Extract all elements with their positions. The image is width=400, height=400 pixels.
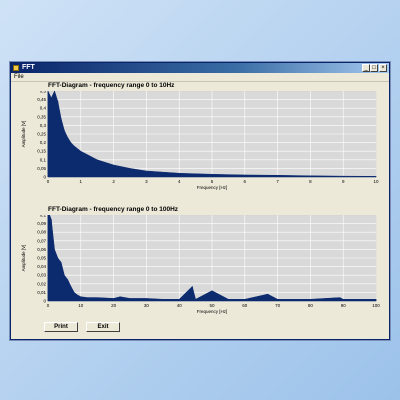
chart1-title: FFT-Diagram - frequency range 0 to 10Hz	[48, 82, 175, 89]
y-tick-label: 0,45	[37, 97, 46, 102]
x-tick-label: 20	[111, 303, 117, 308]
x-tick-label: 60	[242, 303, 248, 308]
exit-button[interactable]: Exit	[86, 322, 120, 332]
menu-item-file[interactable]: File	[14, 73, 24, 81]
x-axis-label: Frequency [Hz]	[197, 185, 228, 190]
fft-chart-10hz: 0 1 2 3 4 5 6 7 8 9 1000,050,10,150,20,250,30,350,…	[21, 91, 379, 190]
y-tick-label: 0,4	[40, 106, 47, 111]
fft-window: FFT _ □ × File FFT-Diagram - frequency r…	[10, 62, 390, 340]
x-tick-label: 80	[308, 303, 314, 308]
x-tick-label: 5	[211, 179, 214, 184]
y-tick-label: 0,06	[37, 247, 46, 252]
y-tick-label: 0,05	[37, 166, 46, 171]
window-title: FFT	[22, 64, 35, 71]
x-tick-label: 90	[341, 303, 347, 308]
x-tick-label: 10	[373, 179, 379, 184]
y-axis-label: Amplitude [V]	[21, 121, 26, 148]
x-tick-label: 9	[342, 179, 345, 184]
app-icon	[13, 65, 19, 71]
y-axis-label: Amplitude [V]	[21, 245, 26, 272]
main-panel: FFT-Diagram - frequency range 0 to 10Hz …	[11, 82, 389, 339]
x-tick-label: 3	[145, 179, 148, 184]
y-tick-label: 0,1	[40, 157, 47, 162]
y-tick-label: 0,5	[40, 91, 47, 94]
x-tick-label: 100	[372, 303, 380, 308]
y-tick-label: 0,07	[37, 238, 46, 243]
x-tick-label: 2	[112, 179, 115, 184]
x-tick-label: 0	[47, 179, 50, 184]
y-tick-label: 0,2	[40, 140, 47, 145]
x-tick-label: 50	[209, 303, 215, 308]
x-tick-label: 7	[276, 179, 279, 184]
y-tick-label: 0,35	[37, 114, 46, 119]
x-tick-label: 0	[47, 303, 50, 308]
x-tick-label: 70	[275, 303, 281, 308]
menu-bar: File	[11, 73, 389, 82]
x-tick-label: 4	[178, 179, 181, 184]
y-tick-label: 0,02	[37, 281, 46, 286]
title-bar[interactable]: FFT _ □ ×	[11, 63, 389, 73]
minimize-button[interactable]: _	[362, 64, 370, 72]
x-tick-label: 40	[177, 303, 183, 308]
y-tick-label: 0,05	[37, 256, 46, 261]
y-tick-label: 0,08	[37, 230, 46, 235]
y-tick-label: 0,3	[40, 123, 47, 128]
print-button[interactable]: Print	[44, 322, 78, 332]
y-tick-label: 0,09	[37, 221, 46, 226]
x-axis-label: Frequency [Hz]	[197, 309, 228, 314]
x-tick-label: 10	[78, 303, 84, 308]
y-tick-label: 0,03	[37, 273, 46, 278]
y-tick-label: 0,25	[37, 132, 46, 137]
x-tick-label: 6	[244, 179, 247, 184]
x-tick-label: 8	[309, 179, 312, 184]
fft-chart-100hz: 0 10 20 30 40 50 60 70 80 90 10000,010,020,030,040…	[21, 215, 380, 314]
y-tick-label: 0,01	[37, 290, 46, 295]
y-tick-label: 0,15	[37, 149, 46, 154]
maximize-button[interactable]: □	[370, 64, 378, 72]
y-tick-label: 0,04	[37, 264, 46, 269]
chart2-title: FFT-Diagram - frequency range 0 to 100Hz	[48, 206, 179, 213]
x-tick-label: 30	[144, 303, 150, 308]
x-tick-label: 1	[80, 179, 83, 184]
y-tick-label: 0,1	[40, 215, 47, 218]
close-button[interactable]: ×	[379, 64, 387, 72]
